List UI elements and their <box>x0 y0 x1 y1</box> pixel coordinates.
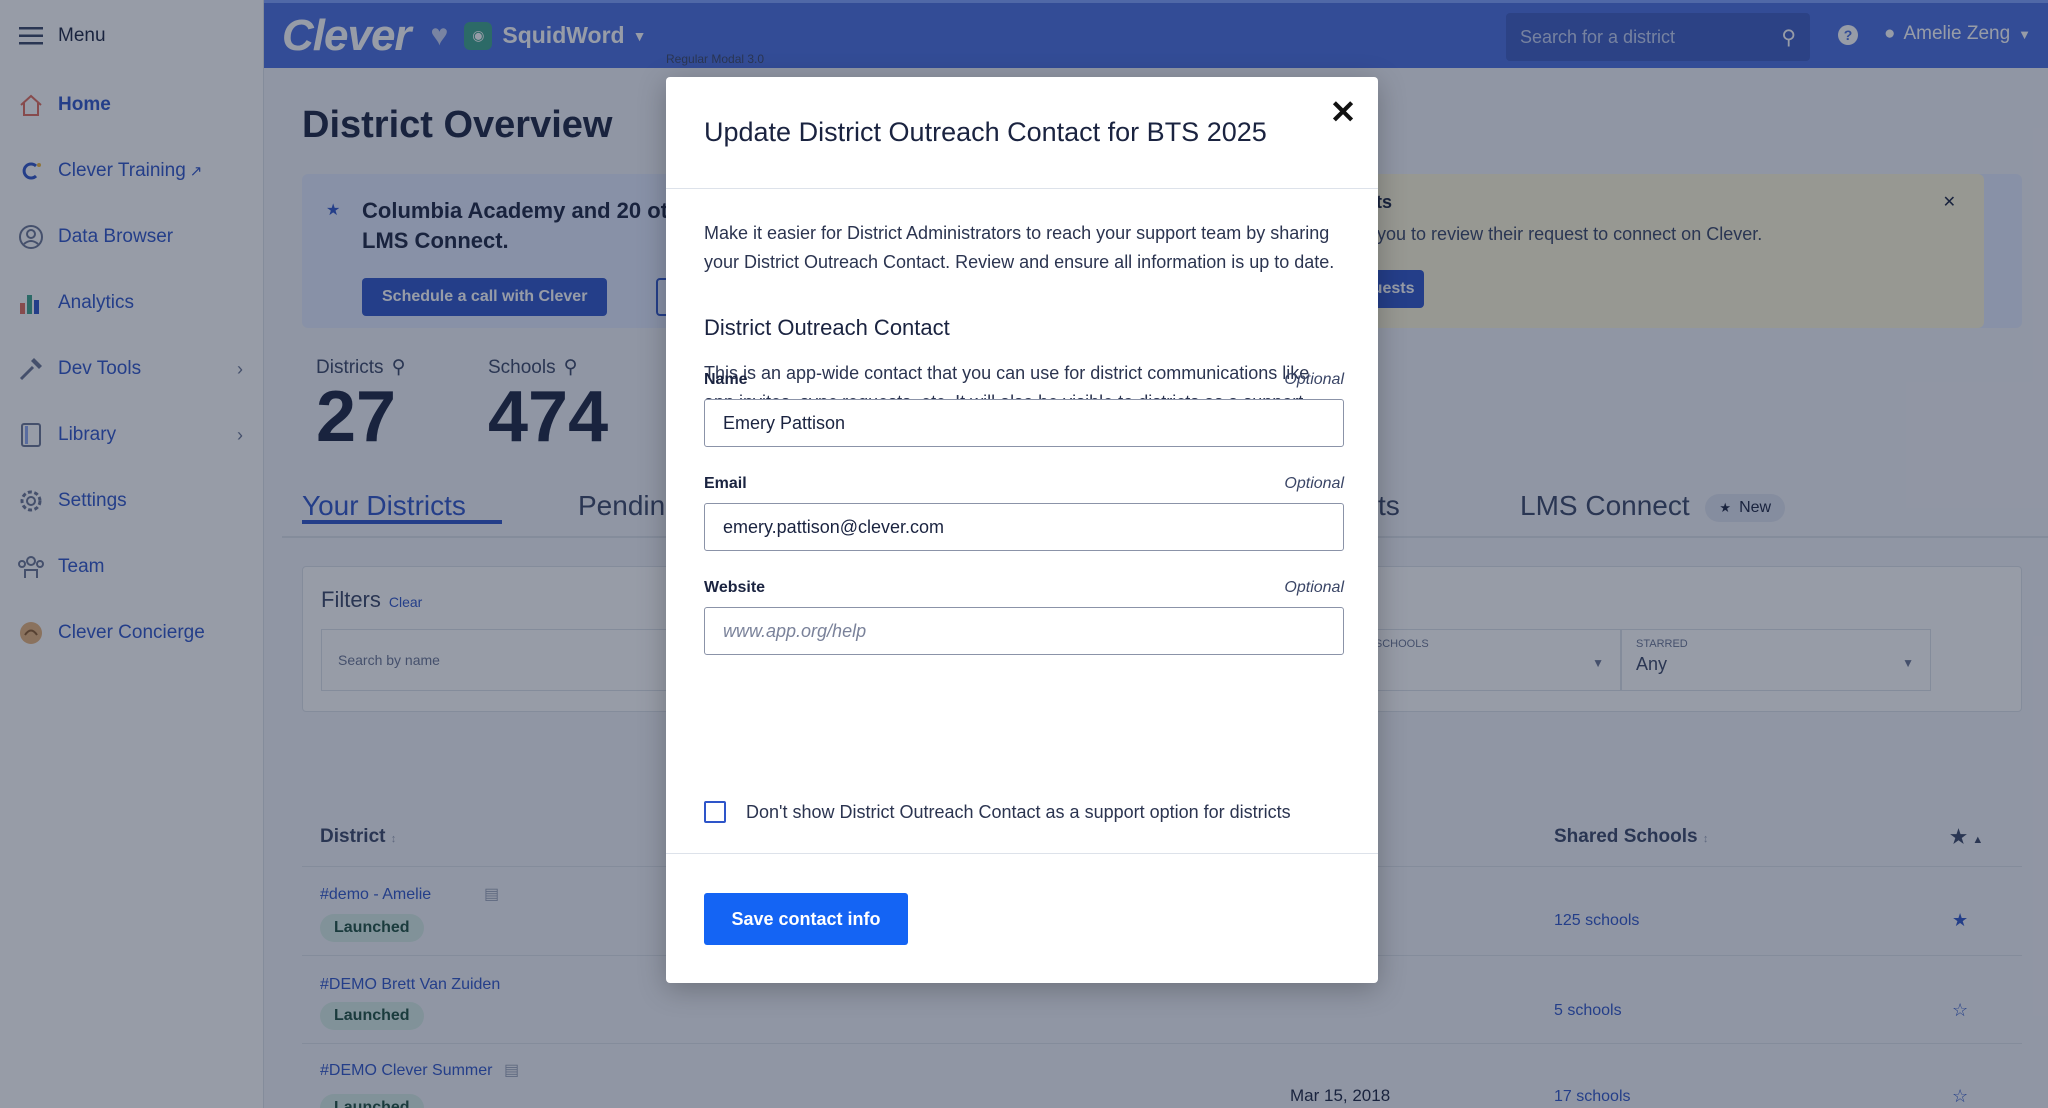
email-label: Email <box>704 475 747 492</box>
hide-contact-checkbox[interactable] <box>704 801 726 823</box>
optional-label: Optional <box>1284 371 1344 388</box>
website-field-group: Website Optional <box>704 579 1344 655</box>
checkbox-label: Don't show District Outreach Contact as … <box>746 801 1291 822</box>
optional-label: Optional <box>1284 579 1344 596</box>
modal-intro: Make it easier for District Administrato… <box>704 223 1335 272</box>
email-input[interactable] <box>704 503 1344 551</box>
close-icon[interactable]: ✕ <box>1328 94 1358 130</box>
modal-divider <box>666 853 1378 854</box>
modal-header: Update District Outreach Contact for BTS… <box>666 77 1378 189</box>
website-label: Website <box>704 579 766 596</box>
email-field-group: Email Optional <box>704 475 1344 551</box>
save-contact-button[interactable]: Save contact info <box>704 893 908 945</box>
name-label: Name <box>704 371 748 388</box>
hide-contact-checkbox-row[interactable]: Don't show District Outreach Contact as … <box>704 801 1291 823</box>
update-outreach-contact-modal: Update District Outreach Contact for BTS… <box>666 77 1378 983</box>
name-input[interactable] <box>704 399 1344 447</box>
modal-title: Update District Outreach Contact for BTS… <box>704 117 1267 147</box>
optional-label: Optional <box>1284 475 1344 492</box>
website-input[interactable] <box>704 607 1344 655</box>
section-title: District Outreach Contact <box>704 315 950 340</box>
name-field-group: Name Optional <box>704 371 1344 447</box>
